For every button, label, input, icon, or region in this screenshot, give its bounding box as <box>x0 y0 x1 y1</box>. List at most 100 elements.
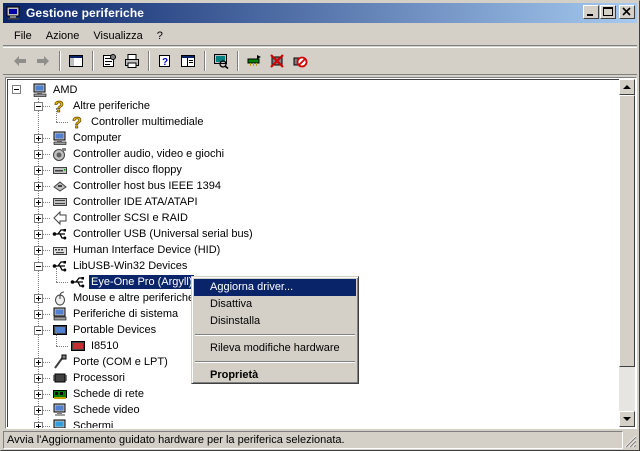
tree-item[interactable]: Controller disco floppy <box>52 162 184 178</box>
expand-toggle[interactable] <box>34 246 43 255</box>
ctx-scan-hardware-changes[interactable]: Rileva modifiche hardware <box>194 340 356 357</box>
resize-grip[interactable] <box>623 431 637 449</box>
usb-icon <box>52 258 68 274</box>
uninstall-button[interactable] <box>266 50 288 72</box>
tree-item[interactable]: Periferiche di sistema <box>52 306 180 322</box>
collapse-toggle[interactable] <box>34 262 43 271</box>
expand-toggle[interactable] <box>34 422 43 428</box>
tree-item-label: Portable Devices <box>73 324 157 336</box>
expand-toggle[interactable] <box>34 150 43 159</box>
window-title: Gestione periferiche <box>26 6 145 20</box>
expand-toggle[interactable] <box>34 214 43 223</box>
ctx-update-driver[interactable]: Aggiorna driver... <box>194 279 356 296</box>
tree-connector <box>56 122 68 123</box>
tree-item[interactable]: Schede video <box>52 402 142 418</box>
tree-item[interactable]: Mouse e altre periferiche d <box>52 290 205 306</box>
view-pane-button[interactable] <box>177 50 199 72</box>
context-menu: Aggiorna driver... Disattiva Disinstalla… <box>191 276 359 384</box>
scan-hardware-button[interactable] <box>210 50 232 72</box>
tree-item[interactable]: Eye-One Pro (Argyll) <box>70 274 196 290</box>
tree-item[interactable]: Human Interface Device (HID) <box>52 242 222 258</box>
tree-item[interactable]: Porte (COM e LPT) <box>52 354 170 370</box>
tree-item[interactable]: Controller IDE ATA/ATAPI <box>52 194 200 210</box>
scroll-up-button[interactable] <box>619 79 635 95</box>
resize-grip-icon <box>624 435 637 448</box>
tree-root[interactable]: AMD <box>32 82 79 98</box>
collapse-toggle[interactable] <box>34 102 43 111</box>
toolbar-separator <box>204 51 206 71</box>
tree-item[interactable]: Computer <box>52 130 123 146</box>
scsi-icon <box>52 210 68 226</box>
menu-visualizza[interactable]: Visualizza <box>86 27 149 45</box>
collapse-toggle[interactable] <box>12 85 21 94</box>
maximize-button[interactable] <box>600 5 616 19</box>
menu-bar: File Azione Visualizza ? <box>3 26 637 46</box>
vertical-scrollbar[interactable] <box>619 79 635 427</box>
monitor-icon <box>52 418 68 428</box>
menu-azione[interactable]: Azione <box>39 27 87 45</box>
toolbar-separator <box>148 51 150 71</box>
expand-toggle[interactable] <box>34 230 43 239</box>
properties-icon <box>103 54 116 67</box>
help-button[interactable]: ? <box>154 50 176 72</box>
tree-item-label: I8510 <box>91 340 119 352</box>
expand-toggle[interactable] <box>34 134 43 143</box>
tree-item[interactable]: LibUSB-Win32 Devices <box>52 258 189 274</box>
ctx-properties[interactable]: Proprietà <box>194 367 356 384</box>
tree-item[interactable]: ? Controller multimediale <box>70 114 206 133</box>
tree-item-label: Controller host bus IEEE 1394 <box>73 180 221 192</box>
tree-item[interactable]: Controller USB (Universal serial bus) <box>52 226 255 242</box>
collapse-toggle[interactable] <box>34 326 43 335</box>
expand-toggle[interactable] <box>34 198 43 207</box>
tree-item[interactable]: Portable Devices <box>52 322 158 338</box>
svg-text:?: ? <box>72 115 82 130</box>
tree-item-label: Controller disco floppy <box>73 164 182 176</box>
forward-button[interactable] <box>32 50 54 72</box>
show-hide-console-tree-icon <box>69 55 83 67</box>
status-bar: Avvia l'Aggiornamento guidato hardware p… <box>3 431 637 449</box>
tree-item[interactable]: Controller audio, video e giochi <box>52 146 226 162</box>
toolbar-separator <box>92 51 94 71</box>
expand-toggle[interactable] <box>34 310 43 319</box>
expand-toggle[interactable] <box>34 294 43 303</box>
ieee1394-icon <box>52 178 68 194</box>
expand-toggle[interactable] <box>34 390 43 399</box>
back-button[interactable] <box>9 50 31 72</box>
expand-toggle[interactable] <box>34 182 43 191</box>
device-manager-app-icon <box>6 6 22 20</box>
tree-item[interactable]: Schermi <box>52 418 115 428</box>
properties-button[interactable] <box>98 50 120 72</box>
tree-item[interactable]: Schede di rete <box>52 386 146 402</box>
console-tree-button[interactable] <box>65 50 87 72</box>
usb-icon <box>52 226 68 242</box>
scroll-thumb[interactable] <box>619 95 635 367</box>
expand-toggle[interactable] <box>34 374 43 383</box>
tree-item-label: Schede di rete <box>73 388 144 400</box>
tree-item[interactable]: Controller SCSI e RAID <box>52 210 190 226</box>
expand-toggle[interactable] <box>34 358 43 367</box>
minimize-button[interactable] <box>583 5 599 19</box>
print-button[interactable] <box>121 50 143 72</box>
back-arrow-icon <box>14 56 26 66</box>
tree-item-label: Controller SCSI e RAID <box>73 212 188 224</box>
close-button[interactable] <box>619 5 635 19</box>
ctx-disable[interactable]: Disattiva <box>194 296 356 313</box>
menu-help[interactable]: ? <box>150 27 170 45</box>
tree-item[interactable]: I8510 <box>70 338 121 354</box>
tree-item[interactable]: ? Altre periferiche <box>52 98 152 117</box>
title-bar[interactable]: Gestione periferiche <box>3 3 637 23</box>
ctx-uninstall[interactable]: Disinstalla <box>194 313 356 330</box>
scroll-down-button[interactable] <box>619 411 635 427</box>
tree-item[interactable]: Processori <box>52 370 127 386</box>
tree-item[interactable]: Controller host bus IEEE 1394 <box>52 178 223 194</box>
menu-file[interactable]: File <box>3 27 39 45</box>
view-pane-icon <box>181 55 195 67</box>
disable-button[interactable] <box>289 50 311 72</box>
expand-toggle[interactable] <box>34 406 43 415</box>
system-device-icon <box>52 306 68 322</box>
toolbar-separator <box>59 51 61 71</box>
expand-toggle[interactable] <box>34 166 43 175</box>
scroll-down-arrow-icon <box>623 417 631 421</box>
update-driver-button[interactable] <box>243 50 265 72</box>
update-driver-icon <box>247 55 261 66</box>
